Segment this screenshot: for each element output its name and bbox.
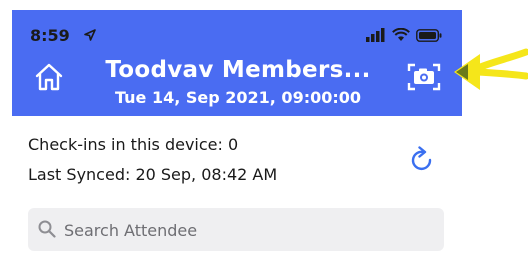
status-time: 8:59 (30, 26, 70, 45)
search-input[interactable] (62, 208, 436, 253)
checkins-count: Check-ins in this device: 0 (28, 135, 239, 154)
location-arrow-icon (84, 29, 96, 41)
status-indicators (366, 28, 442, 42)
home-button[interactable] (32, 62, 66, 92)
home-icon (35, 63, 63, 91)
signal-icon (366, 28, 385, 42)
app-header: 8:59 Toodvav Members... Tue 14, Sep 2021… (12, 10, 462, 116)
last-synced: Last Synced: 20 Sep, 08:42 AM (28, 165, 278, 184)
wifi-icon (392, 28, 410, 41)
camera-icon (407, 63, 441, 91)
search-bar[interactable] (28, 208, 444, 253)
annotation-arrow-icon (454, 48, 528, 90)
battery-icon (416, 28, 442, 42)
page-subtitle-date: Tue 14, Sep 2021, 09:00:00 (114, 88, 362, 107)
refresh-icon (411, 146, 432, 171)
app-screen: 8:59 Toodvav Members... Tue 14, Sep 2021… (0, 0, 462, 253)
page-title: Toodvav Members... (105, 57, 371, 83)
search-icon (38, 220, 56, 238)
camera-scan-button[interactable] (406, 60, 442, 94)
refresh-button[interactable] (405, 143, 439, 177)
